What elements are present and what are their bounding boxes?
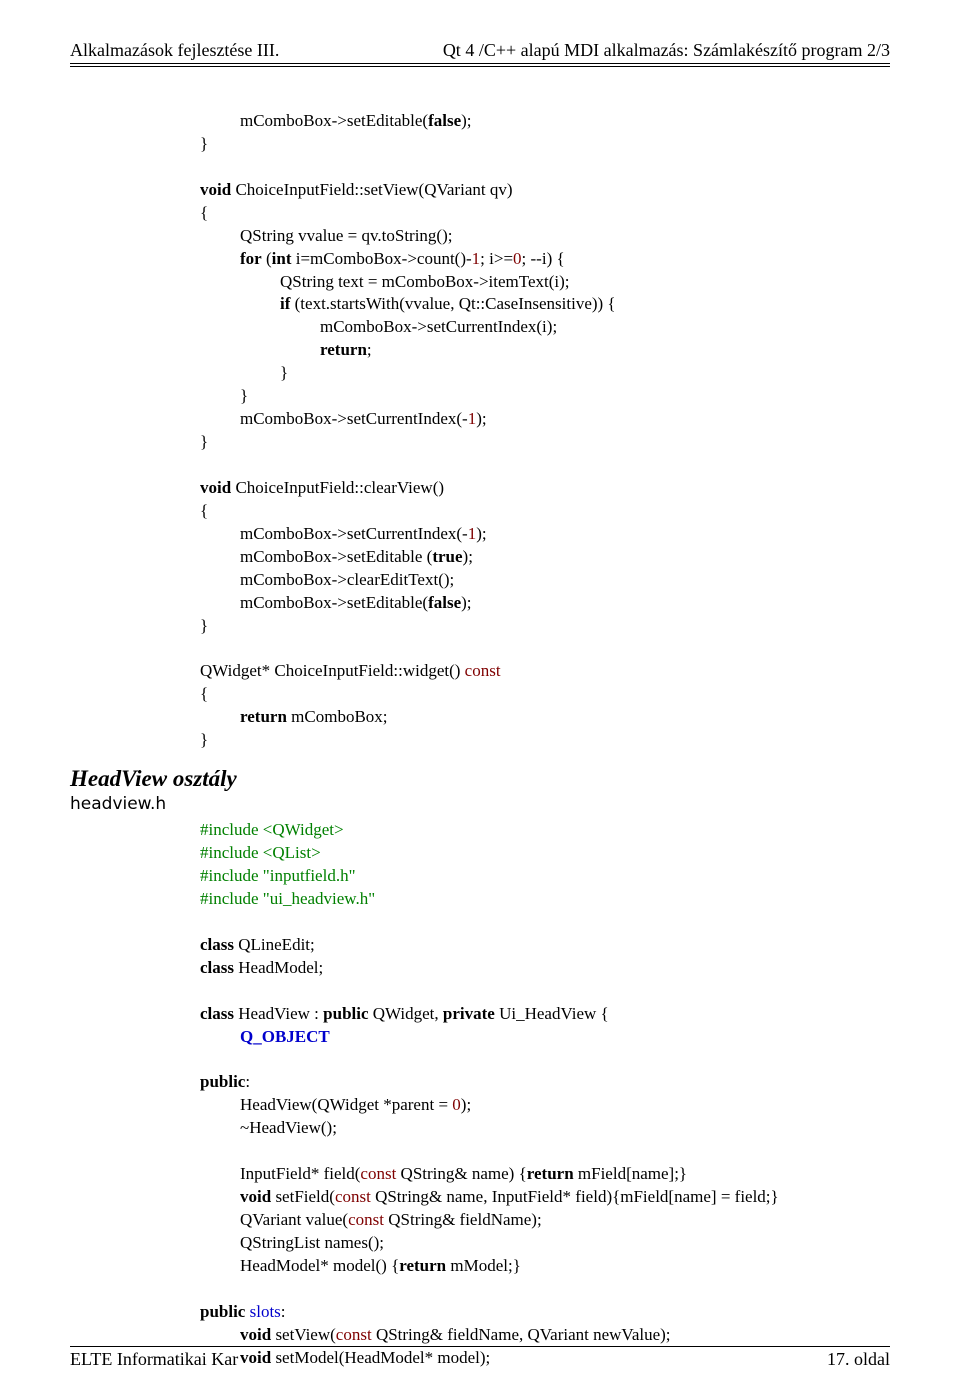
code-line: public slots: bbox=[200, 1302, 286, 1321]
code-line: } bbox=[240, 386, 248, 405]
code-line: void setView(const QString& fieldName, Q… bbox=[240, 1325, 671, 1344]
code-line: { bbox=[200, 501, 208, 520]
code-line: void ChoiceInputField::clearView() bbox=[200, 478, 444, 497]
code-line: InputField* field(const QString& name) {… bbox=[240, 1164, 687, 1183]
code-line: void ChoiceInputField::setView(QVariant … bbox=[200, 180, 513, 199]
code-line: QVariant value(const QString& fieldName)… bbox=[240, 1210, 542, 1229]
code-line: mComboBox->setCurrentIndex(-1); bbox=[240, 524, 487, 543]
footer-rule bbox=[70, 1346, 890, 1347]
code-line: mComboBox->setCurrentIndex(i); bbox=[320, 317, 557, 336]
code-line: class HeadModel; bbox=[200, 958, 323, 977]
code-line: QString vvalue = qv.toString(); bbox=[240, 226, 452, 245]
code-line: mComboBox->setCurrentIndex(-1); bbox=[240, 409, 487, 428]
code-line: return; bbox=[320, 340, 372, 359]
code-line: ~HeadView(); bbox=[240, 1118, 337, 1137]
code-line: QStringList names(); bbox=[240, 1233, 384, 1252]
code-line: #include <QList> bbox=[200, 843, 321, 862]
section-title: HeadView osztály bbox=[70, 766, 890, 792]
code-line: for (int i=mComboBox->count()-1; i>=0; -… bbox=[240, 249, 565, 268]
footer-left: ELTE Informatikai Kar bbox=[70, 1349, 238, 1370]
code-line: void setField(const QString& name, Input… bbox=[240, 1187, 779, 1206]
code-line: Q_OBJECT bbox=[240, 1027, 330, 1046]
code-line: return mComboBox; bbox=[240, 707, 388, 726]
code-line: public: bbox=[200, 1072, 250, 1091]
header-rule-bottom bbox=[70, 66, 890, 67]
code-line: class HeadView : public QWidget, private… bbox=[200, 1004, 609, 1023]
code-line: #include "ui_headview.h" bbox=[200, 889, 375, 908]
page-footer: ELTE Informatikai Kar 17. oldal bbox=[70, 1346, 890, 1370]
code-line: { bbox=[200, 203, 208, 222]
code-line: HeadModel* model() {return mModel;} bbox=[240, 1256, 521, 1275]
header-left: Alkalmazások fejlesztése III. bbox=[70, 40, 279, 61]
code-line: #include "inputfield.h" bbox=[200, 866, 356, 885]
code-block-1: mComboBox->setEditable(false); } void Ch… bbox=[200, 87, 890, 752]
code-line: } bbox=[200, 730, 208, 749]
code-line: QWidget* ChoiceInputField::widget() cons… bbox=[200, 661, 501, 680]
code-block-2: #include <QWidget> #include <QList> #inc… bbox=[200, 796, 890, 1369]
page-header: Alkalmazások fejlesztése III. Qt 4 /C++ … bbox=[70, 40, 890, 61]
code-line: mComboBox->setEditable (true); bbox=[240, 547, 473, 566]
header-right: Qt 4 /C++ alapú MDI alkalmazás: Számlaké… bbox=[443, 40, 890, 61]
code-line: QString text = mComboBox->itemText(i); bbox=[280, 272, 570, 291]
code-line: { bbox=[200, 684, 208, 703]
code-line: mComboBox->clearEditText(); bbox=[240, 570, 454, 589]
code-line: } bbox=[200, 134, 208, 153]
code-line: #include <QWidget> bbox=[200, 820, 344, 839]
code-line: mComboBox->setEditable(false); bbox=[240, 593, 472, 612]
code-line: HeadView(QWidget *parent = 0); bbox=[240, 1095, 471, 1114]
code-line: if (text.startsWith(vvalue, Qt::CaseInse… bbox=[280, 294, 616, 313]
footer-right: 17. oldal bbox=[827, 1349, 890, 1370]
code-line: } bbox=[200, 616, 208, 635]
code-line: } bbox=[280, 363, 288, 382]
code-line: class QLineEdit; bbox=[200, 935, 315, 954]
code-line: mComboBox->setEditable(false); bbox=[240, 111, 472, 130]
header-rule-top bbox=[70, 63, 890, 64]
code-line: } bbox=[200, 432, 208, 451]
